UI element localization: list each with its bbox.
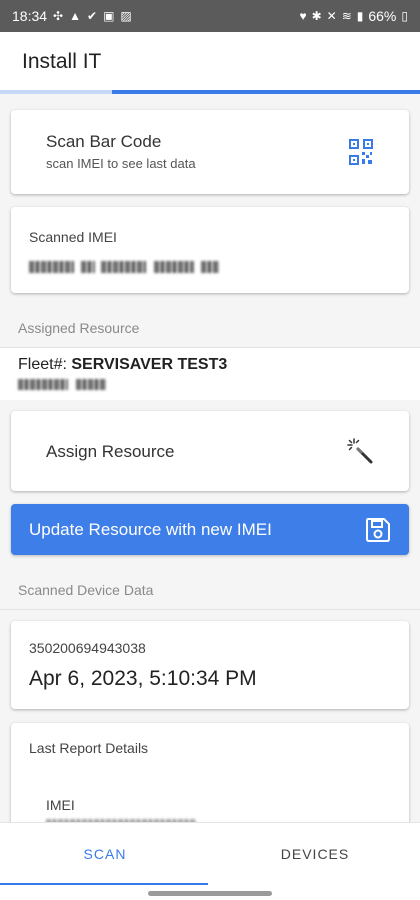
scanned-imei-label: Scanned IMEI bbox=[29, 229, 117, 245]
mute-icon: ✕ bbox=[326, 9, 337, 23]
image-icon: ▨ bbox=[120, 9, 132, 23]
redacted-imei-part bbox=[101, 261, 146, 273]
redacted-imei-part bbox=[201, 261, 219, 273]
twitch-icon: ▣ bbox=[103, 9, 115, 23]
scan-barcode-subtitle: scan IMEI to see last data bbox=[46, 156, 196, 171]
assign-resource-label: Assign Resource bbox=[46, 442, 175, 461]
assigned-resource-label: Assigned Resource bbox=[18, 320, 140, 336]
magic-wand-icon bbox=[347, 438, 373, 464]
device-datetime: Apr 6, 2023, 5:10:34 PM bbox=[29, 667, 257, 690]
wifi-icon: ≋ bbox=[341, 9, 352, 23]
active-tab-indicator bbox=[0, 883, 208, 885]
fleet-name: SERVISAVER TEST3 bbox=[71, 356, 228, 373]
bottom-navigation: SCAN DEVICES bbox=[0, 822, 420, 900]
report-imei-label: IMEI bbox=[46, 797, 75, 813]
scanned-imei-card: Scanned IMEI bbox=[11, 207, 409, 293]
update-resource-label: Update Resource with new IMEI bbox=[29, 519, 272, 539]
tab-scan[interactable]: SCAN bbox=[0, 823, 210, 885]
warning-icon: ▲ bbox=[69, 9, 81, 23]
page-title: Install IT bbox=[22, 50, 102, 73]
update-resource-button[interactable]: Update Resource with new IMEI bbox=[11, 504, 409, 555]
fleet-line: Fleet#: SERVISAVER TEST3 bbox=[18, 356, 227, 374]
redacted-imei-part bbox=[81, 261, 95, 273]
heart-icon: ♥ bbox=[299, 9, 307, 23]
app-bar: Install IT bbox=[0, 32, 420, 92]
status-time: 18:34 bbox=[12, 8, 48, 24]
qr-code-icon[interactable] bbox=[349, 139, 373, 165]
last-report-title: Last Report Details bbox=[29, 740, 149, 756]
last-report-card: Last Report Details IMEI bbox=[11, 723, 409, 822]
redacted-imei-part bbox=[29, 261, 74, 273]
signal-icon: ▮ bbox=[356, 9, 364, 23]
fleet-prefix: Fleet#: bbox=[18, 356, 72, 373]
battery-icon: ▯ bbox=[401, 9, 408, 23]
bluetooth-icon: ✱ bbox=[311, 9, 322, 23]
redacted-resource-part bbox=[76, 379, 106, 390]
scan-barcode-title: Scan Bar Code bbox=[46, 132, 162, 151]
device-id: 350200694943038 bbox=[29, 640, 146, 656]
home-gesture-bar[interactable] bbox=[148, 891, 272, 896]
divider bbox=[0, 609, 420, 610]
assign-resource-button[interactable]: Assign Resource bbox=[11, 411, 409, 491]
battery-level: 66% bbox=[368, 8, 397, 24]
scan-barcode-card[interactable]: Scan Bar Code scan IMEI to see last data bbox=[11, 110, 409, 194]
status-bar: 18:34 ✣ ▲ ✔ ▣ ▨ ♥ ✱ ✕ ≋ ▮ 66% ▯ bbox=[0, 0, 420, 32]
scanned-device-data-label: Scanned Device Data bbox=[18, 582, 154, 598]
tab-devices[interactable]: DEVICES bbox=[210, 823, 420, 885]
save-icon bbox=[366, 518, 390, 542]
device-data-card: 350200694943038 Apr 6, 2023, 5:10:34 PM bbox=[11, 621, 409, 709]
slack-icon: ✣ bbox=[53, 9, 64, 23]
scan-content[interactable]: Scan Bar Code scan IMEI to see last data… bbox=[0, 94, 420, 822]
redacted-resource-part bbox=[18, 379, 68, 390]
check-icon: ✔ bbox=[87, 9, 98, 23]
redacted-imei-part bbox=[154, 261, 194, 273]
assigned-resource: Fleet#: SERVISAVER TEST3 bbox=[0, 348, 420, 400]
